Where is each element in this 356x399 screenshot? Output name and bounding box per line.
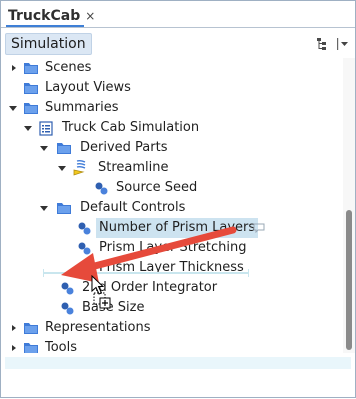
property-node-icon — [78, 222, 91, 235]
simulation-button[interactable]: Simulation — [5, 33, 92, 55]
tree-label: Prism Layer Stretching — [99, 240, 247, 255]
folder-icon — [24, 343, 38, 353]
vertical-scrollbar[interactable] — [343, 58, 355, 353]
tree-label: Representations — [45, 320, 151, 335]
folder-icon — [24, 83, 38, 94]
property-node-icon — [95, 182, 108, 195]
folder-icon — [57, 203, 71, 214]
tree-view-icon[interactable] — [316, 37, 330, 51]
tree-label: Summaries — [45, 100, 119, 115]
toolbar: Simulation — [1, 28, 355, 58]
tree-label: Layout Views — [45, 80, 131, 95]
tree-label: Tools — [45, 340, 78, 353]
scrollbar-thumb[interactable] — [346, 210, 352, 350]
comment-icon — [253, 223, 265, 233]
collapse-arrow-icon[interactable] — [39, 143, 49, 153]
streamline-icon — [73, 159, 86, 176]
collapse-arrow-icon[interactable] — [57, 163, 67, 173]
tree-item-number-of-prism-layers[interactable]: Number of Prism Layers — [1, 218, 271, 238]
simulation-tree: Scenes Layout Views Summaries Truck Cab … — [1, 58, 343, 353]
tree-label: Streamline — [98, 160, 169, 175]
active-tab-indicator — [6, 25, 84, 27]
tree-label: Source Seed — [116, 180, 198, 195]
tab-truckcab[interactable]: TruckCab × — [6, 5, 97, 27]
tab-title: TruckCab — [8, 8, 81, 24]
tree-label: Truck Cab Simulation — [62, 120, 200, 135]
property-node-icon — [61, 302, 74, 315]
collapse-arrow-icon[interactable] — [23, 123, 33, 133]
report-icon — [39, 121, 53, 136]
folder-icon — [24, 323, 38, 334]
tree-label: Default Controls — [80, 200, 186, 215]
truckcab-panel: TruckCab × Simulation Scenes Layout Views — [0, 0, 356, 398]
folder-icon — [57, 143, 71, 154]
tree-label: Derived Parts — [80, 140, 168, 155]
collapse-arrow-icon[interactable] — [8, 103, 18, 113]
tree-label: Scenes — [45, 60, 92, 75]
drag-cursor-icon — [91, 275, 111, 309]
tab-close-icon[interactable]: × — [85, 9, 95, 23]
folder-icon — [24, 63, 38, 74]
menu-dropdown-icon[interactable] — [336, 36, 350, 52]
status-strip — [5, 357, 351, 369]
property-node-icon — [78, 242, 91, 255]
property-node-icon — [61, 282, 74, 295]
expand-arrow-icon[interactable] — [9, 343, 19, 353]
collapse-arrow-icon[interactable] — [39, 203, 49, 213]
drop-indicator-line — [43, 269, 249, 277]
expand-arrow-icon[interactable] — [9, 323, 19, 333]
expand-arrow-icon[interactable] — [9, 63, 19, 73]
tab-bar: TruckCab × — [1, 1, 355, 28]
tree-label: Number of Prism Layers — [96, 218, 259, 238]
folder-icon — [24, 103, 38, 114]
